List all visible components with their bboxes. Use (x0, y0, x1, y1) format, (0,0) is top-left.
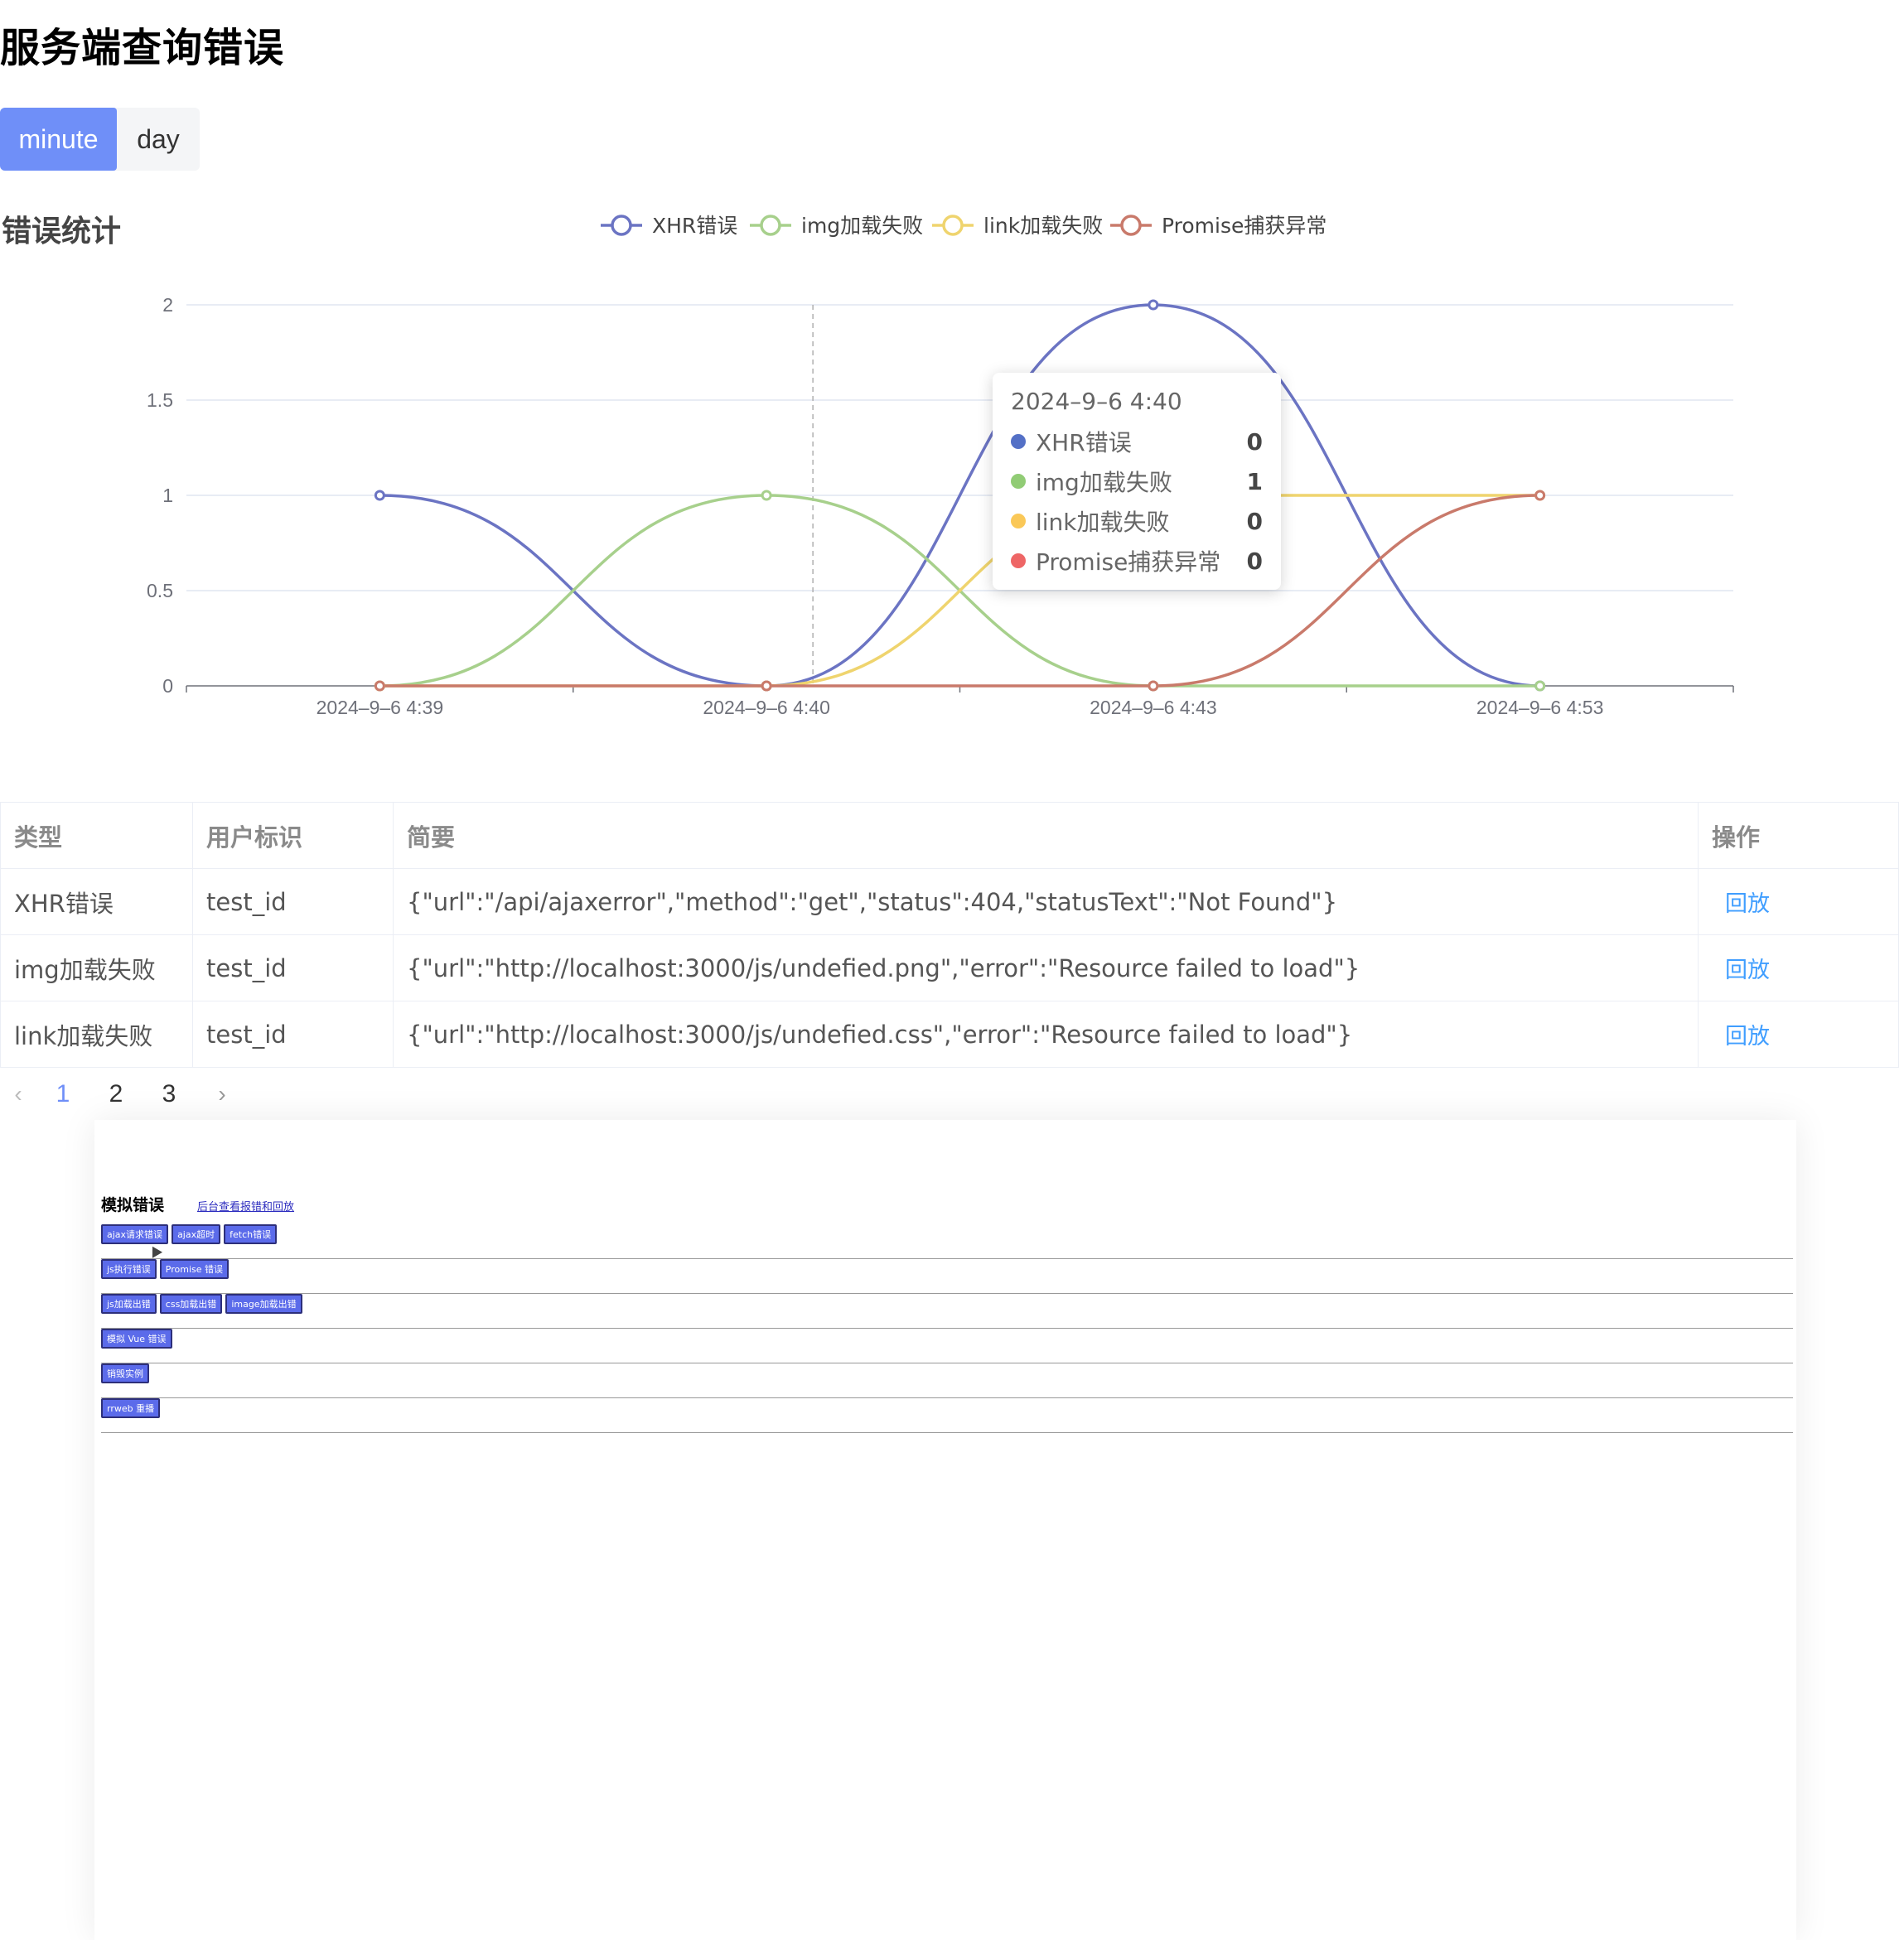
header-type: 类型 (0, 802, 193, 869)
legend-marker-icon (611, 215, 632, 236)
tooltip-row: XHR错误 0 (1011, 422, 1263, 461)
cell-type: img加载失败 (0, 934, 193, 1001)
replay-link[interactable]: 回放 (1698, 934, 1899, 1001)
demo-header: 模拟错误 后台查看报错和回放 (101, 1193, 294, 1215)
series-dot-icon (1011, 553, 1026, 568)
table-row: img加载失败 test_id {"url":"http://localhost… (0, 934, 1899, 1001)
demo-frame: 模拟错误 后台查看报错和回放 ajax请求错误 ajax超时 fetch错误 js执行… (94, 1120, 1796, 1940)
demo-error-button[interactable]: ajax请求错误 (101, 1224, 169, 1244)
series-dot-icon (1011, 474, 1026, 489)
pagination: ‹ 1 2 3 › (0, 1074, 249, 1115)
prev-page-button[interactable]: ‹ (0, 1081, 36, 1108)
demo-error-button[interactable]: fetch错误 (224, 1224, 278, 1244)
demo-button-row: ajax请求错误 ajax超时 fetch错误 (101, 1224, 1793, 1259)
x-tick-label: 2024–9–6 4:43 (1090, 697, 1217, 718)
replay-link[interactable]: 回放 (1698, 868, 1899, 935)
demo-error-button[interactable]: image加载出错 (225, 1294, 302, 1314)
granularity-toggle: minute day (0, 108, 200, 171)
y-tick-label: 2 (162, 294, 173, 316)
series-dot-icon (1011, 434, 1026, 449)
tooltip-series-name: Promise捕获异常 (1036, 548, 1221, 576)
legend-marker-icon (1120, 215, 1142, 236)
demo-error-button[interactable]: ajax超时 (172, 1224, 221, 1244)
tooltip-series-value: 0 (1246, 507, 1263, 535)
page-2-button[interactable]: 2 (89, 1080, 143, 1108)
cell-type: link加载失败 (0, 1001, 193, 1068)
data-point (374, 680, 385, 692)
data-point (1148, 680, 1159, 692)
demo-button-row: js加载出错 css加载出错 image加载出错 (101, 1294, 1793, 1329)
page-title: 服务端查询错误 (0, 25, 285, 71)
demo-button-row: 模拟 Vue 错误 (101, 1329, 1793, 1363)
data-point (1534, 680, 1546, 692)
data-point (1534, 490, 1546, 501)
demo-button-row: rrweb 重播 (101, 1398, 1793, 1433)
legend-marker-icon (942, 215, 964, 236)
data-point (1148, 299, 1159, 311)
cell-summary: {"url":"http://localhost:3000/js/undefie… (393, 934, 1699, 1001)
y-tick-label: 0 (162, 675, 173, 697)
legend-item: XHR错误 (652, 214, 737, 238)
cell-summary: {"url":"http://localhost:3000/js/undefie… (393, 1001, 1699, 1068)
tooltip-series-name: XHR错误 (1036, 429, 1132, 456)
tooltip-row: link加载失败 0 (1011, 501, 1263, 541)
data-point (761, 490, 772, 501)
y-tick-label: 0.5 (147, 580, 173, 601)
page-1-button[interactable]: 1 (36, 1080, 89, 1108)
chart-tooltip: 2024–9–6 4:40 XHR错误 0 img加载失败 1 link加载失败 0 Pro… (993, 373, 1281, 590)
x-tick-label: 2024–9–6 4:40 (703, 697, 830, 718)
cell-user: test_id (192, 934, 394, 1001)
tooltip-row: Promise捕获异常 0 (1011, 541, 1263, 581)
cell-summary: {"url":"/api/ajaxerror","method":"get","… (393, 868, 1699, 935)
table-row: link加载失败 test_id {"url":"http://localhos… (0, 1001, 1899, 1068)
legend-item: img加载失败 (801, 214, 923, 238)
legend-item: Promise捕获异常 (1162, 214, 1327, 238)
error-line-chart: 0 0.5 1 1.5 2 2024–9–6 4:39 2024–9–6 4:40 2024–… (147, 214, 1734, 718)
minute-option[interactable]: minute (0, 108, 117, 171)
next-page-button[interactable]: › (196, 1081, 249, 1108)
demo-button-row: 销毁实例 (101, 1363, 1793, 1398)
header-summary: 简要 (393, 802, 1699, 869)
y-tick-label: 1 (162, 485, 173, 506)
error-table: 类型 用户标识 简要 操作 XHR错误 test_id {"url":"/api… (0, 802, 1899, 1068)
page-3-button[interactable]: 3 (143, 1080, 196, 1108)
cell-user: test_id (192, 868, 394, 935)
demo-error-button[interactable]: rrweb 重播 (101, 1398, 161, 1418)
demo-error-button[interactable]: js加载出错 (101, 1294, 157, 1314)
cell-user: test_id (192, 1001, 394, 1068)
legend-item: link加载失败 (983, 214, 1103, 238)
demo-error-button[interactable]: 销毁实例 (101, 1363, 149, 1383)
x-tick-label: 2024–9–6 4:53 (1476, 697, 1604, 718)
series-dot-icon (1011, 514, 1026, 528)
data-point (761, 680, 772, 692)
cell-type: XHR错误 (0, 868, 193, 935)
demo-error-button[interactable]: js执行错误 (101, 1259, 157, 1279)
x-tick-label: 2024–9–6 4:39 (317, 697, 444, 718)
demo-error-button[interactable]: css加载出错 (159, 1294, 223, 1314)
legend-marker-icon (760, 215, 781, 236)
tooltip-series-value: 0 (1246, 427, 1263, 456)
tooltip-series-name: img加载失败 (1036, 469, 1172, 496)
data-point (374, 490, 385, 501)
y-tick-label: 1.5 (147, 389, 173, 411)
tooltip-series-name: link加载失败 (1036, 509, 1170, 536)
day-option[interactable]: day (117, 108, 200, 171)
tooltip-series-value: 1 (1246, 467, 1263, 495)
header-action: 操作 (1698, 802, 1899, 869)
tooltip-row: img加载失败 1 (1011, 461, 1263, 501)
demo-title: 模拟错误 (101, 1196, 165, 1214)
backend-view-link[interactable]: 后台查看报错和回放 (197, 1198, 294, 1214)
table-header-row: 类型 用户标识 简要 操作 (0, 802, 1899, 869)
tooltip-series-value: 0 (1246, 547, 1263, 575)
demo-error-button[interactable]: 模拟 Vue 错误 (101, 1329, 172, 1349)
tooltip-title: 2024–9–6 4:40 (1011, 388, 1182, 415)
header-user-id: 用户标识 (192, 802, 394, 869)
demo-button-row: js执行错误 Promise 错误 (101, 1259, 1793, 1294)
replay-link[interactable]: 回放 (1698, 1001, 1899, 1068)
table-row: XHR错误 test_id {"url":"/api/ajaxerror","m… (0, 868, 1899, 935)
demo-error-button[interactable]: Promise 错误 (159, 1259, 230, 1279)
